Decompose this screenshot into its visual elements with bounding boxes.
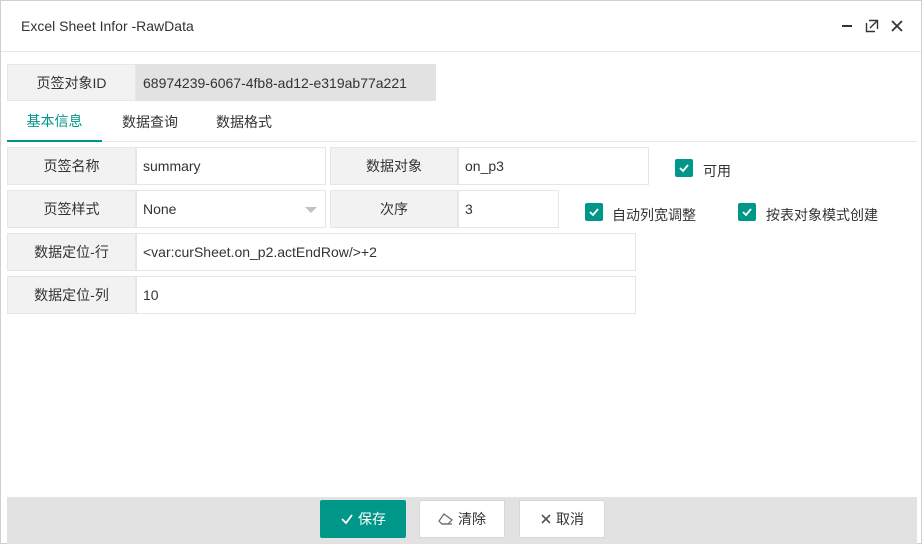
clear-label: 清除: [458, 511, 486, 527]
enabled-label: 可用: [703, 163, 731, 179]
minimize-icon: [842, 25, 852, 27]
cancel-label: 取消: [556, 511, 584, 527]
cancel-button[interactable]: 取消: [519, 500, 605, 538]
eraser-icon: [438, 513, 453, 525]
save-button[interactable]: 保存: [320, 500, 406, 538]
create-by-table-checkbox[interactable]: [738, 203, 756, 221]
sheet-id-field[interactable]: 68974239-6067-4fb8-ad12-e319ab77a221: [136, 64, 436, 101]
close-button[interactable]: [887, 16, 907, 36]
x-icon: [541, 514, 551, 524]
data-object-label: 数据对象: [330, 147, 458, 185]
order-input[interactable]: 3: [458, 190, 559, 228]
data-col-input[interactable]: 10: [136, 276, 636, 314]
create-by-table-label: 按表对象模式创建: [766, 207, 878, 223]
auto-width-label: 自动列宽调整: [612, 207, 696, 223]
sheet-id-label: 页签对象ID: [7, 64, 136, 101]
check-icon: [679, 164, 689, 173]
minimize-button[interactable]: [837, 16, 857, 36]
maximize-icon: [865, 19, 879, 33]
data-row-label: 数据定位-行: [7, 233, 136, 271]
sheet-style-label: 页签样式: [7, 190, 136, 228]
order-label: 次序: [330, 190, 458, 228]
data-col-label: 数据定位-列: [7, 276, 136, 314]
dropdown-arrow-icon: [305, 207, 317, 213]
check-icon: [341, 514, 353, 525]
maximize-button[interactable]: [862, 16, 882, 36]
data-row-input[interactable]: <var:curSheet.on_p2.actEndRow/>+2: [136, 233, 636, 271]
tab-bar: 基本信息 数据查询 数据格式: [7, 102, 917, 142]
sheet-style-select[interactable]: None: [136, 190, 326, 228]
data-object-input[interactable]: on_p3: [458, 147, 649, 185]
save-label: 保存: [358, 511, 386, 527]
close-icon: [891, 20, 903, 32]
sheet-name-input[interactable]: summary: [136, 147, 326, 185]
footer-bar: 保存 清除 取消: [7, 497, 917, 544]
tab-data-query[interactable]: 数据查询: [105, 102, 195, 142]
clear-button[interactable]: 清除: [419, 500, 505, 538]
sheet-style-value: None: [143, 201, 177, 217]
check-icon: [589, 208, 599, 217]
sheet-name-label: 页签名称: [7, 147, 136, 185]
auto-width-checkbox[interactable]: [585, 203, 603, 221]
window-title: Excel Sheet Infor -RawData: [21, 18, 194, 34]
title-bar: Excel Sheet Infor -RawData: [1, 1, 921, 52]
tab-data-format[interactable]: 数据格式: [199, 102, 289, 142]
tab-basic-info[interactable]: 基本信息: [7, 102, 102, 142]
enabled-checkbox[interactable]: [675, 159, 693, 177]
dialog-window: Excel Sheet Infor -RawData 页签对象ID 689742…: [0, 0, 922, 544]
check-icon: [742, 208, 752, 217]
